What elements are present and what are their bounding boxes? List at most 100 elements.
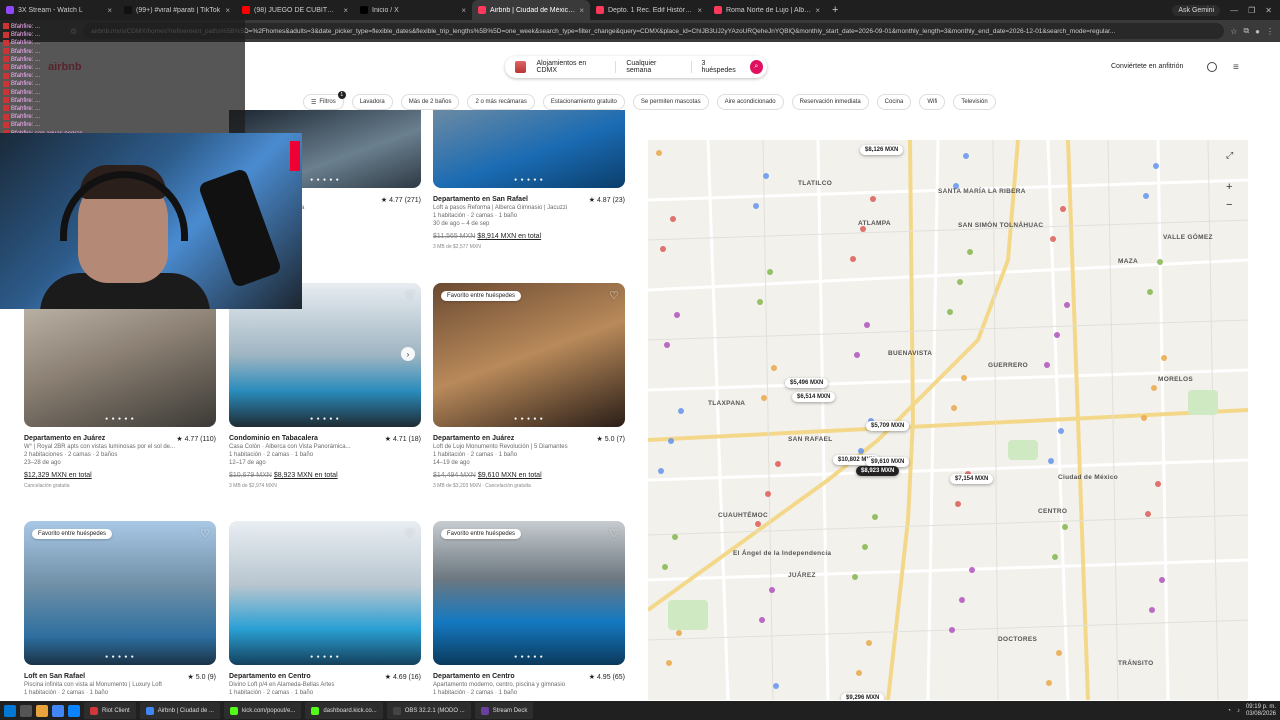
search-icon[interactable] xyxy=(20,704,32,717)
listing-rating: ★ 4.71 (18) xyxy=(384,436,421,443)
listing-card[interactable]: ● ● ● ● ● Departamento en San Rafael ★ 4.8… xyxy=(433,110,625,250)
map-price-pin[interactable]: $5,709 MXN xyxy=(866,421,910,431)
browser-tab[interactable]: Inicio / X × xyxy=(354,0,472,20)
edge-icon[interactable] xyxy=(68,704,80,717)
map-price-pin[interactable]: $8,923 MXN xyxy=(856,466,900,476)
bookmark-star-icon[interactable]: ☆ xyxy=(1230,27,1237,36)
listing-price[interactable]: $11,565 MXN $8,914 MXN en total xyxy=(433,233,625,240)
search-guests[interactable]: 3 huéspedes xyxy=(701,60,739,74)
listing-card[interactable]: ♡● ● ● ● ●Departamento en Juárez★ 4.77 (… xyxy=(24,283,216,489)
taskbar-app[interactable]: dashboard.kick.co... xyxy=(305,702,383,719)
map-price-pin[interactable]: $9,296 MXN xyxy=(841,693,885,700)
heart-icon[interactable]: ♡ xyxy=(405,289,415,302)
browser-tab[interactable]: 3X Stream - Watch L × xyxy=(0,0,118,20)
browser-menu-icon[interactable]: ⋮ xyxy=(1266,27,1274,36)
clock[interactable]: 09:19 p. m. 03/08/2026 xyxy=(1246,704,1276,718)
heart-icon[interactable]: ♡ xyxy=(405,527,415,540)
browser-tab[interactable]: (99+) #viral #parati | TikTok × xyxy=(118,0,236,20)
minimize-icon[interactable]: — xyxy=(1230,6,1238,15)
new-tab-button[interactable]: + xyxy=(826,4,844,16)
search-location[interactable]: Alojamientos en CDMX xyxy=(536,60,605,74)
listing-card[interactable]: Favorito entre huéspedes ♡ ● ● ● ● ● Depart… xyxy=(433,283,625,489)
zoom-out-icon[interactable]: − xyxy=(1226,196,1232,214)
next-photo-icon[interactable]: › xyxy=(401,347,415,361)
listing-photo[interactable]: Favorito entre huéspedes ♡ ● ● ● ● ● xyxy=(433,521,625,665)
listing-card[interactable]: Favorito entre huéspedes ♡ ● ● ● ● ● Depart… xyxy=(433,521,625,697)
browser-tab[interactable]: (98) JUEGO DE CUBITOS + RE × xyxy=(236,0,354,20)
filter-chip[interactable]: Reservación inmediata xyxy=(791,94,869,110)
globe-icon[interactable] xyxy=(1207,62,1217,72)
taskbar-app[interactable]: OBS 32.2.1 (MODO ... xyxy=(386,702,471,719)
map-poi-dot xyxy=(1062,524,1068,530)
zoom-in-icon[interactable]: + xyxy=(1226,178,1232,196)
tab-close-icon[interactable]: × xyxy=(107,6,112,15)
filter-chip[interactable]: Aire acondicionado xyxy=(716,94,784,110)
listing-price[interactable]: $14,494 MXN $9,610 MXN en total xyxy=(433,472,625,479)
map-neighborhood-label: BUENAVISTA xyxy=(888,350,933,357)
heart-icon[interactable]: ♡ xyxy=(200,527,210,540)
hamburger-menu-icon[interactable]: ≡ xyxy=(1233,62,1239,73)
filter-chip[interactable]: 2 o más recámaras xyxy=(467,94,535,110)
profile-icon[interactable]: ● xyxy=(1255,27,1260,36)
browser-tab[interactable]: Roma Norte de Lujo | Alberca, × xyxy=(708,0,826,20)
tab-close-icon[interactable]: × xyxy=(697,6,702,15)
listing-card[interactable]: ♡ ● ● ● ● ● Departamento en Centro ★ 4.69 (… xyxy=(229,521,421,697)
filter-chip[interactable]: Estacionamiento gratuito xyxy=(542,94,625,110)
heart-icon[interactable]: ♡ xyxy=(609,289,619,302)
taskbar-app[interactable]: Riot Client xyxy=(84,702,136,719)
listing-card[interactable]: ♡ ● ● ● ● ● › Condominio en Tabacalera ★ 4.7… xyxy=(229,283,421,489)
browser-tab[interactable]: Airbnb | Ciudad de México - Al × xyxy=(472,0,590,20)
map-poi-dot xyxy=(757,299,763,305)
filter-chip[interactable]: Televisión xyxy=(953,94,996,110)
search-bar[interactable]: Alojamientos en CDMX Cualquier semana 3 … xyxy=(505,56,767,78)
map-price-pin[interactable]: $8,126 MXN xyxy=(860,145,904,155)
listing-photo[interactable]: ♡ ● ● ● ● ● xyxy=(229,521,421,665)
listing-card[interactable]: Favorito entre huéspedes ♡ ● ● ● ● ● Loft e… xyxy=(24,521,216,697)
search-button[interactable]: ⌕ xyxy=(749,60,763,74)
wifi-icon[interactable]: ◔ xyxy=(1227,708,1231,714)
maximize-icon[interactable]: ❐ xyxy=(1248,6,1255,15)
map[interactable]: ⤢ + − TLATILCO SANTA MARÍA LA RIBERA ATLAM… xyxy=(648,140,1248,700)
volume-icon[interactable]: ♪ xyxy=(1237,708,1240,714)
tab-close-icon[interactable]: × xyxy=(225,6,230,15)
map-price-pin[interactable]: $5,496 MXN xyxy=(785,378,829,388)
listing-price[interactable]: $12,329 MXN en total xyxy=(24,472,216,479)
chat-badge-icon xyxy=(3,113,9,120)
listing-title: Departamento en Centro xyxy=(229,673,311,680)
map-expand-icon[interactable]: ⤢ xyxy=(1226,150,1233,161)
address-bar[interactable]: airbnb.mx/s/CDMX/homes?refinement_paths%… xyxy=(83,23,1225,39)
filter-chip[interactable]: Wifi xyxy=(919,94,946,110)
filter-chip[interactable]: Más de 2 baños xyxy=(400,94,460,110)
map-zoom-controls[interactable]: + − xyxy=(1226,178,1232,214)
start-menu-icon[interactable] xyxy=(4,704,16,717)
taskbar-app[interactable]: Stream Deck xyxy=(474,702,534,719)
extensions-icon[interactable]: ⧉ xyxy=(1243,26,1249,36)
close-window-icon[interactable]: ✕ xyxy=(1265,6,1272,15)
taskbar-app[interactable]: kick.com/popout/e... xyxy=(223,702,302,719)
filter-chip[interactable]: Lavadora xyxy=(351,94,393,110)
chrome-icon[interactable] xyxy=(52,704,64,717)
filters-button[interactable]: ☰ Filtros 1 xyxy=(303,91,346,110)
map-poi-dot xyxy=(1141,415,1147,421)
map-price-pin[interactable]: $7,154 MXN xyxy=(950,474,994,484)
become-host-link[interactable]: Conviértete en anfitrión xyxy=(1111,63,1183,70)
listing-photo[interactable]: Favorito entre huéspedes ♡ ● ● ● ● ● xyxy=(433,283,625,427)
filter-chip[interactable]: Se permiten mascotas xyxy=(632,94,709,110)
tab-close-icon[interactable]: × xyxy=(461,6,466,15)
tab-close-icon[interactable]: × xyxy=(343,6,348,15)
browser-tab[interactable]: Depto. 1 Rec. Edif Histórico Sa× xyxy=(590,0,708,20)
listing-price[interactable]: $10,679 MXN $8,923 MXN en total xyxy=(229,472,421,479)
tab-close-icon[interactable]: × xyxy=(579,6,584,15)
listing-photo[interactable]: Favorito entre huéspedes ♡ ● ● ● ● ● xyxy=(24,521,216,665)
filter-chip[interactable]: Cocina xyxy=(876,94,912,110)
ask-gemini-button[interactable]: Ask Gemini xyxy=(1172,4,1221,16)
heart-icon[interactable]: ♡ xyxy=(609,527,619,540)
search-dates[interactable]: Cualquier semana xyxy=(626,60,680,74)
map-price-pin[interactable]: $6,514 MXN xyxy=(792,392,836,402)
file-explorer-icon[interactable] xyxy=(36,704,48,717)
listing-title: Loft en San Rafael xyxy=(24,673,86,680)
map-poi-dot xyxy=(1155,481,1161,487)
taskbar-app[interactable]: Airbnb | Ciudad de ... xyxy=(139,702,220,719)
listing-photo[interactable]: ● ● ● ● ● xyxy=(433,110,625,188)
tab-close-icon[interactable]: × xyxy=(815,6,820,15)
